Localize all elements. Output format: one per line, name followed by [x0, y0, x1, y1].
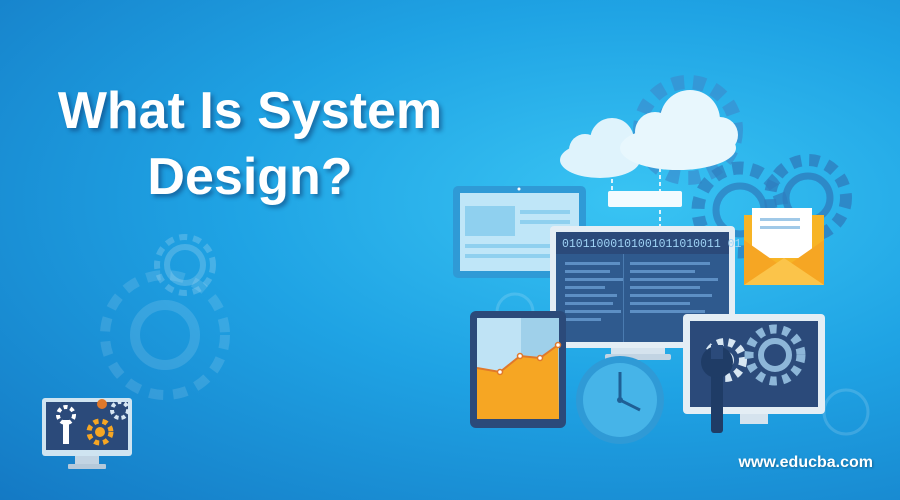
- title-line-1: What Is System: [57, 82, 443, 140]
- page-title: What Is System Design?: [25, 78, 475, 210]
- background-gear-large-icon: [100, 270, 230, 400]
- clock-icon: [576, 356, 664, 444]
- binary-code-text: 01011000101001011010011 01: [562, 238, 742, 251]
- envelope-icon: [744, 208, 824, 285]
- server-bar: [608, 191, 682, 207]
- illustration: 01011000101001011010011 01: [42, 75, 870, 469]
- chart-tablet-icon: [470, 311, 566, 428]
- website-url: www.educba.com: [738, 454, 873, 471]
- banner: 01011000101001011010011 01 What Is Syste…: [0, 0, 900, 500]
- title-line-2: Design?: [147, 148, 353, 206]
- small-computer-icon: [42, 398, 132, 469]
- cloud-front-icon: [620, 90, 738, 170]
